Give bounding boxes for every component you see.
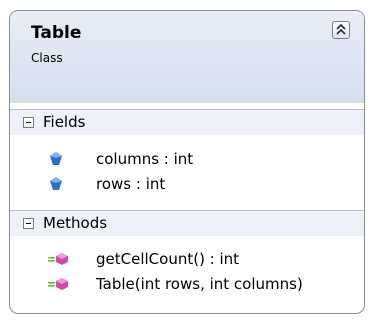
fields-section-header[interactable]: Fields bbox=[10, 109, 364, 135]
minus-box-icon[interactable] bbox=[23, 117, 34, 128]
fields-label: Fields bbox=[43, 113, 86, 131]
field-icon bbox=[50, 177, 62, 190]
collapse-button[interactable] bbox=[332, 21, 350, 39]
methods-label: Methods bbox=[43, 214, 108, 232]
method-icon bbox=[48, 253, 68, 265]
class-name: Table bbox=[31, 23, 82, 43]
class-stereotype: Class bbox=[31, 51, 63, 65]
minus-box-icon[interactable] bbox=[23, 218, 34, 229]
field-icon bbox=[50, 152, 62, 165]
method-icon bbox=[48, 278, 68, 290]
methods-section-header[interactable]: Methods bbox=[10, 210, 364, 236]
class-shape[interactable]: Table Class Fields columns : int rows : … bbox=[9, 10, 365, 314]
class-header: Table Class bbox=[10, 11, 364, 103]
chevron-double-up-icon bbox=[336, 24, 346, 35]
